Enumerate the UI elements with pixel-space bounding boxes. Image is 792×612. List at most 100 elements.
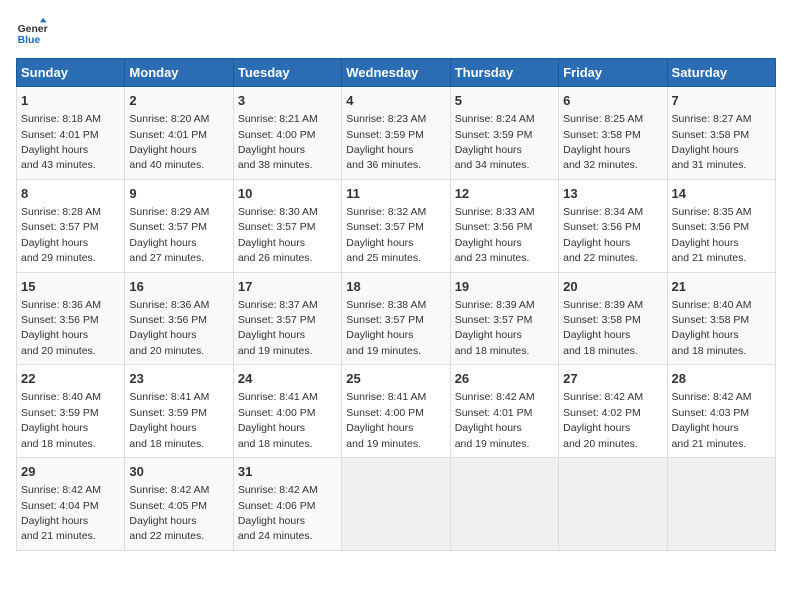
day-number: 1 [21, 92, 120, 110]
day-info: Sunrise: 8:36 AMSunset: 3:56 PMDaylight … [129, 299, 209, 357]
day-cell: 10 Sunrise: 8:30 AMSunset: 3:57 PMDayligh… [233, 179, 341, 272]
day-cell: 25 Sunrise: 8:41 AMSunset: 4:00 PMDayligh… [342, 365, 450, 458]
day-cell: 26 Sunrise: 8:42 AMSunset: 4:01 PMDayligh… [450, 365, 558, 458]
day-number: 2 [129, 92, 228, 110]
calendar-table: SundayMondayTuesdayWednesdayThursdayFrid… [16, 58, 776, 551]
day-number: 13 [563, 185, 662, 203]
day-cell: 19 Sunrise: 8:39 AMSunset: 3:57 PMDayligh… [450, 272, 558, 365]
day-cell: 12Sunrise: 8:33 AMSunset: 3:56 PMDayligh… [450, 179, 558, 272]
week-row-1: 1 Sunrise: 8:18 AMSunset: 4:01 PMDaylight… [17, 87, 776, 180]
day-cell [450, 458, 558, 551]
day-number: 17 [238, 278, 337, 296]
day-cell: 11 Sunrise: 8:32 AMSunset: 3:57 PMDayligh… [342, 179, 450, 272]
day-number: 3 [238, 92, 337, 110]
svg-text:Blue: Blue [18, 35, 41, 46]
day-cell: 14 Sunrise: 8:35 AMSunset: 3:56 PMDayligh… [667, 179, 775, 272]
week-row-2: 8 Sunrise: 8:28 AMSunset: 3:57 PMDaylight… [17, 179, 776, 272]
day-number: 31 [238, 463, 337, 481]
day-number: 4 [346, 92, 445, 110]
header-tuesday: Tuesday [233, 59, 341, 87]
day-info: Sunrise: 8:40 AMSunset: 3:59 PMDaylight … [21, 391, 101, 449]
day-number: 18 [346, 278, 445, 296]
day-number: 16 [129, 278, 228, 296]
day-cell: 31 Sunrise: 8:42 AMSunset: 4:06 PMDayligh… [233, 458, 341, 551]
header-sunday: Sunday [17, 59, 125, 87]
day-number: 23 [129, 370, 228, 388]
day-cell: 7Sunrise: 8:27 AMSunset: 3:58 PMDaylight… [667, 87, 775, 180]
day-info: Sunrise: 8:23 AMSunset: 3:59 PMDaylight … [346, 113, 426, 171]
day-number: 26 [455, 370, 554, 388]
day-info: Sunrise: 8:42 AMSunset: 4:01 PMDaylight … [455, 391, 535, 449]
day-number: 22 [21, 370, 120, 388]
day-number: 5 [455, 92, 554, 110]
day-cell: 15 Sunrise: 8:36 AMSunset: 3:56 PMDayligh… [17, 272, 125, 365]
day-cell: 24Sunrise: 8:41 AMSunset: 4:00 PMDayligh… [233, 365, 341, 458]
day-info: Sunrise: 8:40 AMSunset: 3:58 PMDaylight … [672, 299, 752, 357]
day-number: 28 [672, 370, 771, 388]
day-cell: 17 Sunrise: 8:37 AMSunset: 3:57 PMDayligh… [233, 272, 341, 365]
day-info: Sunrise: 8:42 AMSunset: 4:06 PMDaylight … [238, 484, 318, 542]
header-wednesday: Wednesday [342, 59, 450, 87]
day-number: 27 [563, 370, 662, 388]
day-info: Sunrise: 8:41 AMSunset: 4:00 PMDaylight … [346, 391, 426, 449]
day-info: Sunrise: 8:38 AMSunset: 3:57 PMDaylight … [346, 299, 426, 357]
day-info: Sunrise: 8:30 AMSunset: 3:57 PMDaylight … [238, 206, 318, 264]
day-number: 7 [672, 92, 771, 110]
day-number: 6 [563, 92, 662, 110]
day-info: Sunrise: 8:18 AMSunset: 4:01 PMDaylight … [21, 113, 101, 171]
day-cell: 9Sunrise: 8:29 AMSunset: 3:57 PMDaylight… [125, 179, 233, 272]
day-cell [342, 458, 450, 551]
day-info: Sunrise: 8:29 AMSunset: 3:57 PMDaylight … [129, 206, 209, 264]
logo-icon: General Blue [16, 16, 48, 48]
header-friday: Friday [559, 59, 667, 87]
day-number: 10 [238, 185, 337, 203]
day-cell: 30 Sunrise: 8:42 AMSunset: 4:05 PMDayligh… [125, 458, 233, 551]
day-info: Sunrise: 8:42 AMSunset: 4:05 PMDaylight … [129, 484, 209, 542]
day-number: 21 [672, 278, 771, 296]
day-number: 14 [672, 185, 771, 203]
day-cell: 8 Sunrise: 8:28 AMSunset: 3:57 PMDaylight… [17, 179, 125, 272]
day-cell: 27 Sunrise: 8:42 AMSunset: 4:02 PMDayligh… [559, 365, 667, 458]
day-number: 15 [21, 278, 120, 296]
week-row-5: 29 Sunrise: 8:42 AMSunset: 4:04 PMDayligh… [17, 458, 776, 551]
header-row: SundayMondayTuesdayWednesdayThursdayFrid… [17, 59, 776, 87]
day-number: 12 [455, 185, 554, 203]
day-cell: 1 Sunrise: 8:18 AMSunset: 4:01 PMDaylight… [17, 87, 125, 180]
day-info: Sunrise: 8:39 AMSunset: 3:57 PMDaylight … [455, 299, 535, 357]
day-info: Sunrise: 8:28 AMSunset: 3:57 PMDaylight … [21, 206, 101, 264]
svg-text:General: General [18, 24, 48, 35]
day-info: Sunrise: 8:32 AMSunset: 3:57 PMDaylight … [346, 206, 426, 264]
day-info: Sunrise: 8:36 AMSunset: 3:56 PMDaylight … [21, 299, 101, 357]
day-cell: 16 Sunrise: 8:36 AMSunset: 3:56 PMDayligh… [125, 272, 233, 365]
day-number: 11 [346, 185, 445, 203]
day-info: Sunrise: 8:42 AMSunset: 4:04 PMDaylight … [21, 484, 101, 542]
day-number: 29 [21, 463, 120, 481]
day-cell: 13Sunrise: 8:34 AMSunset: 3:56 PMDayligh… [559, 179, 667, 272]
header-thursday: Thursday [450, 59, 558, 87]
day-cell: 4 Sunrise: 8:23 AMSunset: 3:59 PMDaylight… [342, 87, 450, 180]
header-saturday: Saturday [667, 59, 775, 87]
day-info: Sunrise: 8:35 AMSunset: 3:56 PMDaylight … [672, 206, 752, 264]
day-number: 30 [129, 463, 228, 481]
day-cell [559, 458, 667, 551]
day-cell: 29 Sunrise: 8:42 AMSunset: 4:04 PMDayligh… [17, 458, 125, 551]
day-number: 8 [21, 185, 120, 203]
day-cell: 3 Sunrise: 8:21 AMSunset: 4:00 PMDaylight… [233, 87, 341, 180]
day-info: Sunrise: 8:42 AMSunset: 4:02 PMDaylight … [563, 391, 643, 449]
day-cell [667, 458, 775, 551]
day-info: Sunrise: 8:37 AMSunset: 3:57 PMDaylight … [238, 299, 318, 357]
day-cell: 22 Sunrise: 8:40 AMSunset: 3:59 PMDayligh… [17, 365, 125, 458]
day-number: 19 [455, 278, 554, 296]
week-row-4: 22 Sunrise: 8:40 AMSunset: 3:59 PMDayligh… [17, 365, 776, 458]
day-cell: 2Sunrise: 8:20 AMSunset: 4:01 PMDaylight… [125, 87, 233, 180]
day-cell: 6Sunrise: 8:25 AMSunset: 3:58 PMDaylight… [559, 87, 667, 180]
header-monday: Monday [125, 59, 233, 87]
day-cell: 18 Sunrise: 8:38 AMSunset: 3:57 PMDayligh… [342, 272, 450, 365]
day-info: Sunrise: 8:24 AMSunset: 3:59 PMDaylight … [455, 113, 535, 171]
week-row-3: 15 Sunrise: 8:36 AMSunset: 3:56 PMDayligh… [17, 272, 776, 365]
day-info: Sunrise: 8:42 AMSunset: 4:03 PMDaylight … [672, 391, 752, 449]
day-number: 25 [346, 370, 445, 388]
day-cell: 5 Sunrise: 8:24 AMSunset: 3:59 PMDaylight… [450, 87, 558, 180]
day-info: Sunrise: 8:21 AMSunset: 4:00 PMDaylight … [238, 113, 318, 171]
day-cell: 21 Sunrise: 8:40 AMSunset: 3:58 PMDayligh… [667, 272, 775, 365]
